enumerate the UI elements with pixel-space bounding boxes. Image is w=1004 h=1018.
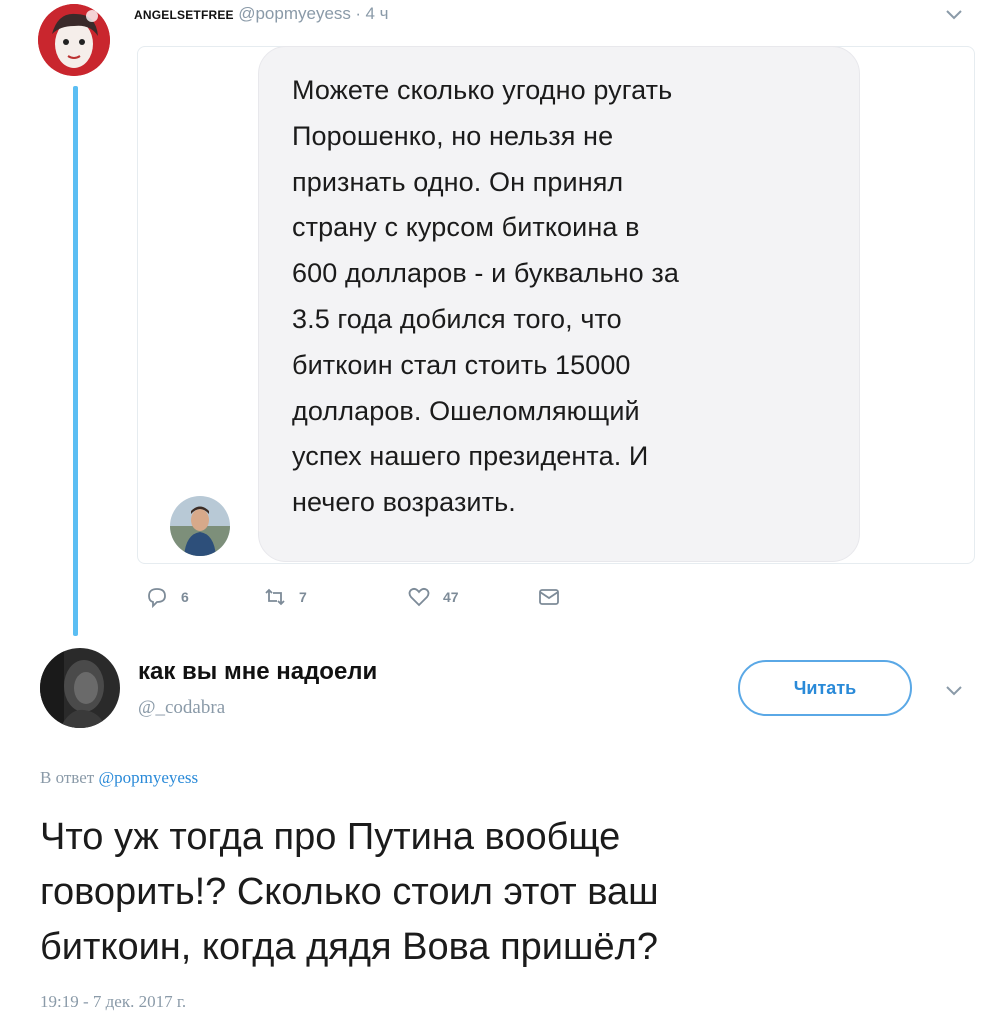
author-name[interactable]: ANGELSETFREE — [134, 8, 234, 22]
author-avatar[interactable] — [40, 648, 120, 728]
reply-count: 6 — [181, 589, 189, 605]
separator: · — [355, 4, 362, 23]
chevron-down-icon[interactable] — [944, 8, 964, 27]
tweet-timestamp[interactable]: 19:19 - 7 дек. 2017 г. — [40, 992, 186, 1012]
author-avatar[interactable] — [38, 4, 110, 76]
chevron-down-icon[interactable] — [944, 684, 964, 703]
author-handle[interactable]: @_codabra — [138, 697, 225, 719]
retweet-action[interactable]: 7 — [263, 585, 307, 609]
reply-action[interactable]: 6 — [145, 585, 189, 609]
tweet-text: Что уж тогда про Путина вообще говорить!… — [40, 816, 659, 968]
author-handle[interactable]: @popmyeyess — [238, 4, 351, 23]
retweet-icon — [265, 588, 285, 606]
reply-icon — [148, 588, 166, 609]
like-count: 47 — [443, 589, 459, 605]
tweet-time[interactable]: 4 ч — [365, 4, 388, 23]
message-icon — [539, 589, 559, 605]
message-action[interactable] — [537, 585, 561, 609]
reply-context: В ответ @popmyeyess — [40, 768, 198, 788]
image-avatar — [170, 496, 230, 556]
thread-line — [73, 86, 78, 636]
like-action[interactable]: 47 — [407, 585, 459, 609]
image-text: Можете сколько угодно ругать Порошенко, … — [292, 75, 679, 518]
tweet-header: ANGELSETFREE @popmyeyess · 4 ч — [134, 4, 389, 24]
reply-prefix: В ответ — [40, 768, 95, 787]
retweet-count: 7 — [299, 589, 307, 605]
reply-handle-link[interactable]: @popmyeyess — [98, 768, 198, 787]
author-name[interactable]: как вы мне надоели — [138, 658, 377, 686]
like-icon — [408, 587, 430, 607]
follow-button[interactable]: Читать — [738, 660, 912, 716]
